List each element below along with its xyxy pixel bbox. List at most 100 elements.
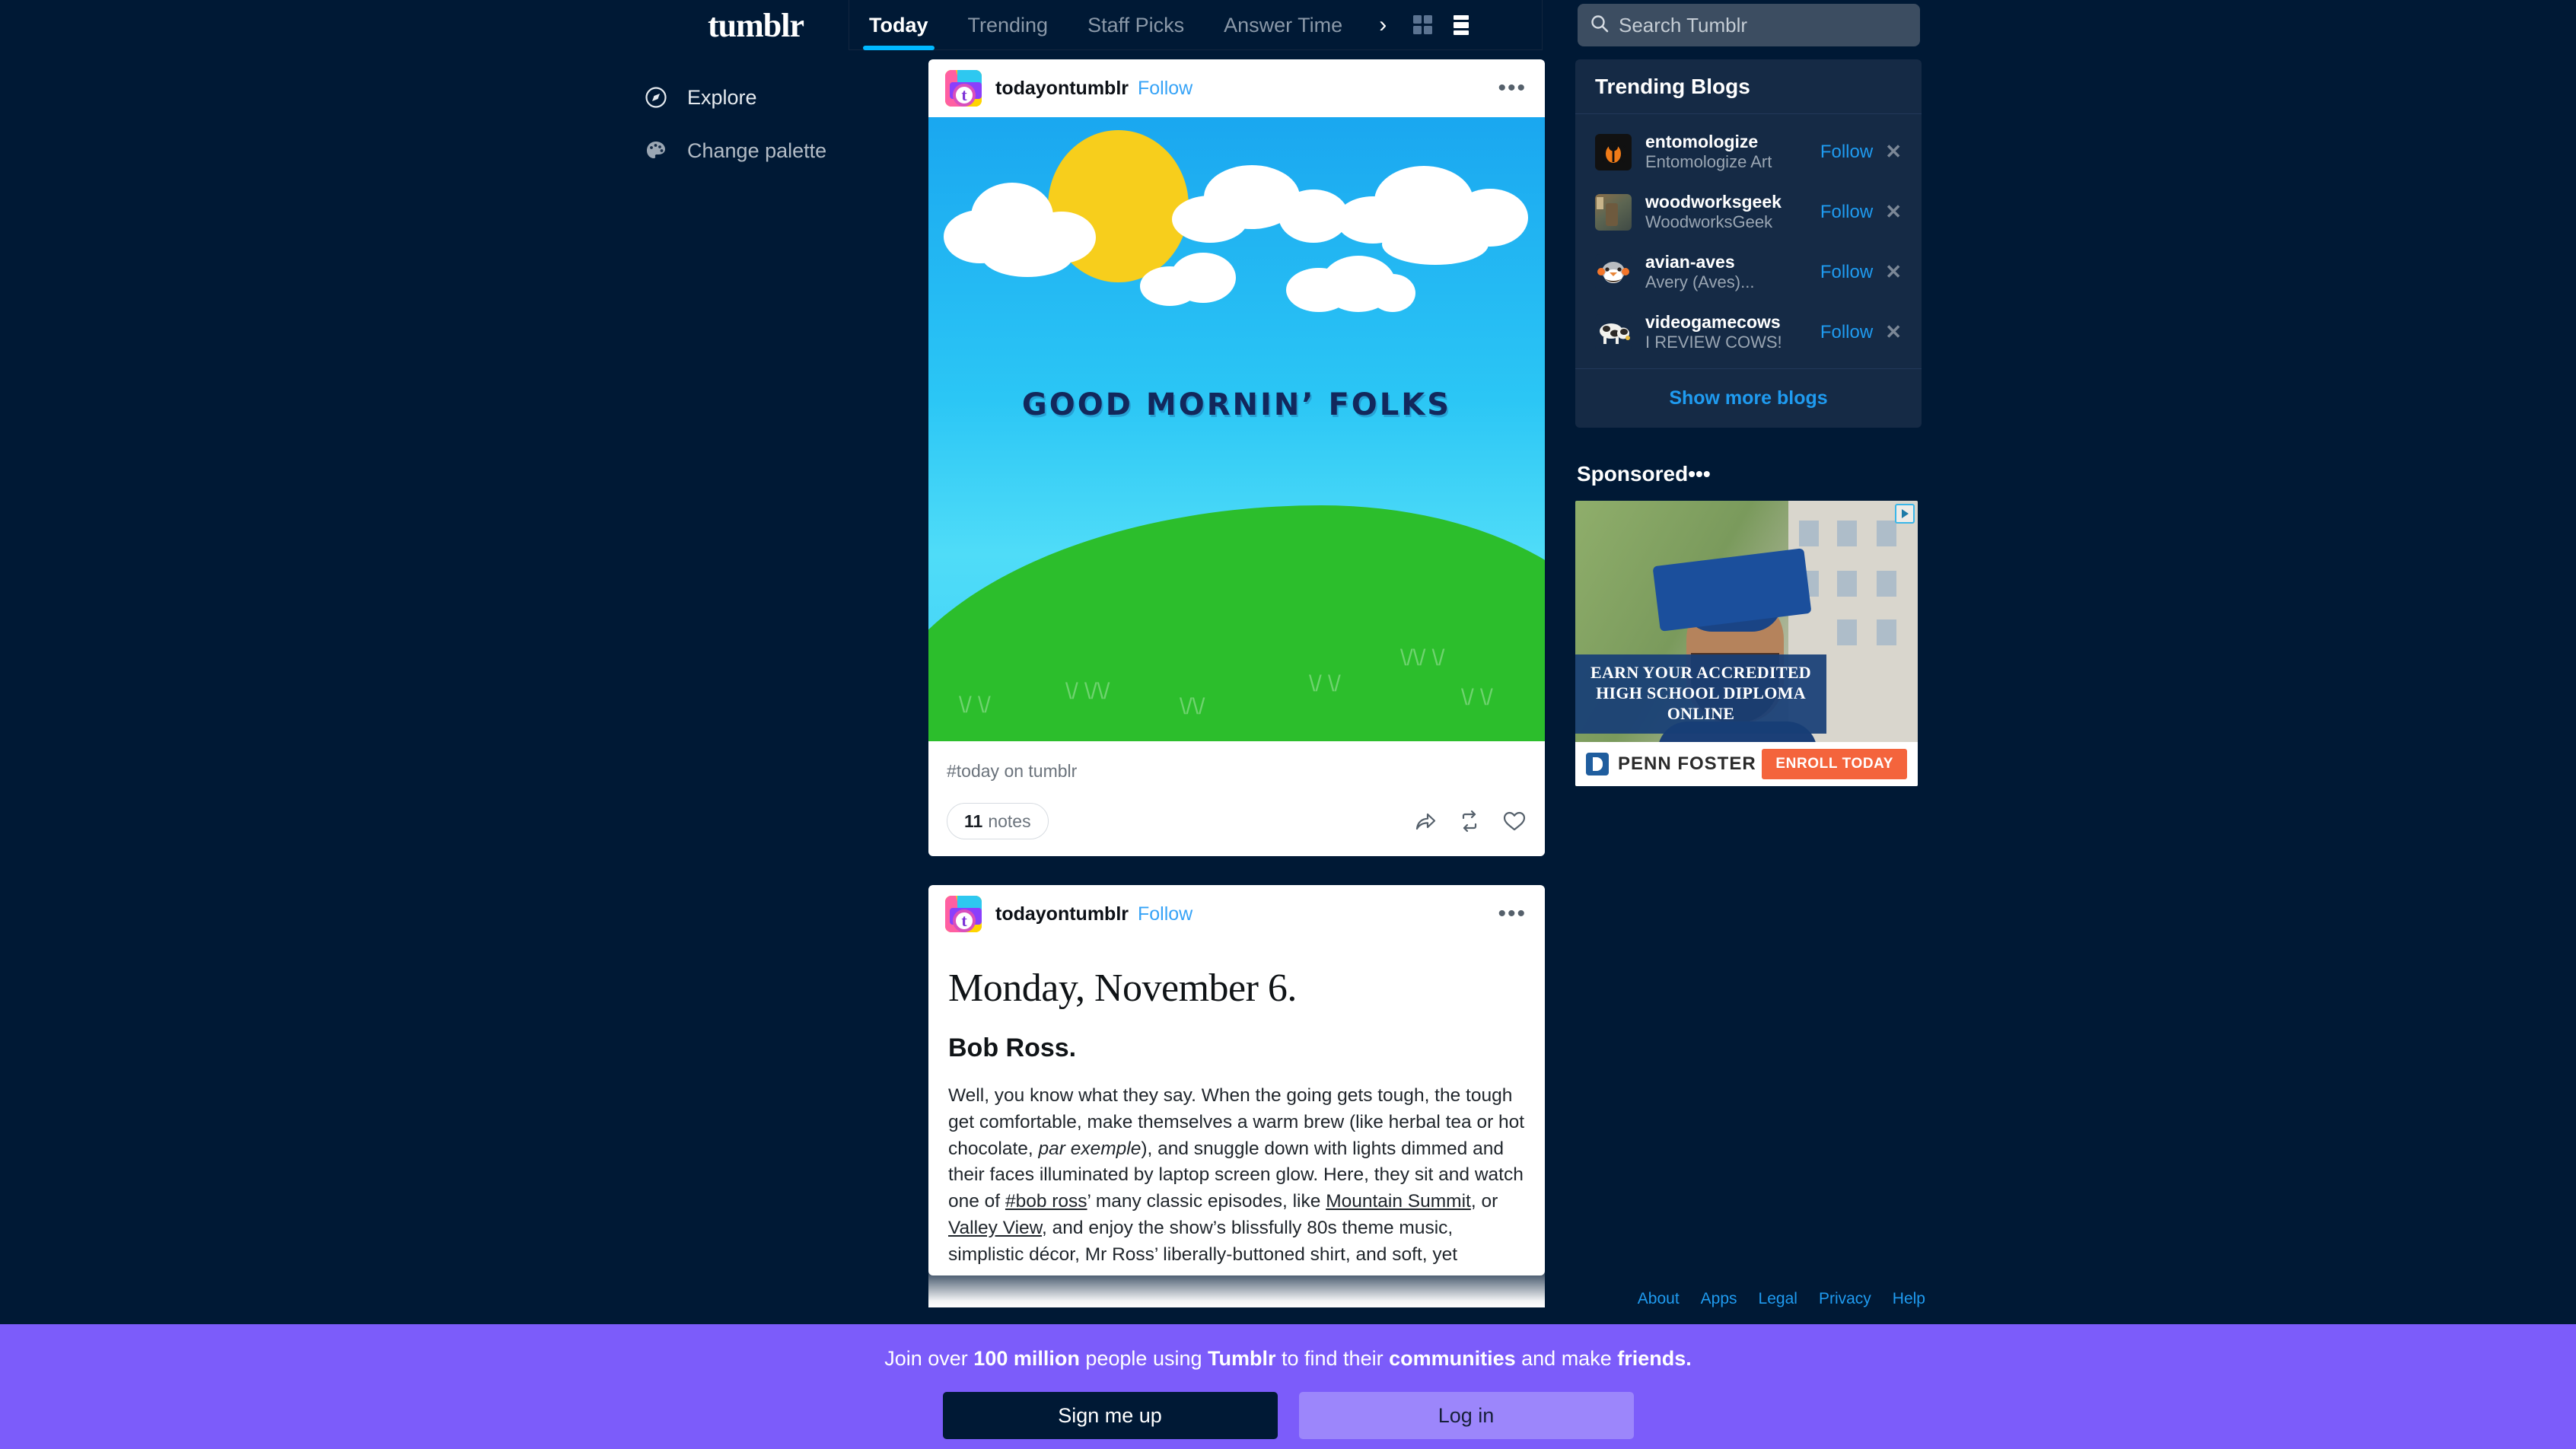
trending-blog-title: I REVIEW COWS!	[1645, 333, 1782, 352]
like-icon[interactable]	[1502, 810, 1527, 833]
banner-text-segment: and make	[1515, 1347, 1618, 1370]
tab-today[interactable]: Today	[849, 0, 948, 50]
reblog-icon[interactable]	[1458, 810, 1481, 833]
notes-button[interactable]: 11 notes	[947, 803, 1049, 839]
tab-staff-picks[interactable]: Staff Picks	[1068, 0, 1204, 50]
beetle-avatar	[1595, 133, 1632, 170]
post-link-bob-ross[interactable]: #bob ross	[1005, 1191, 1087, 1212]
post-icon-actions	[1414, 810, 1527, 833]
dismiss-icon[interactable]: ✕	[1885, 140, 1902, 164]
post-link-mountain-summit[interactable]: Mountain Summit	[1326, 1191, 1471, 1212]
trending-follow-button[interactable]: Follow	[1820, 262, 1873, 283]
post-author-name[interactable]: todayontumblr	[995, 903, 1129, 925]
post-author-name[interactable]: todayontumblr	[995, 78, 1129, 100]
search-icon	[1590, 14, 1610, 37]
log-in-button[interactable]: Log in	[1298, 1392, 1634, 1439]
sidebar-item-change-palette[interactable]: Change palette	[643, 129, 841, 172]
post-card-text: t todayontumblr Follow ••• Monday, Novem…	[928, 885, 1545, 1276]
sidebar-item-explore[interactable]: Explore	[643, 76, 841, 119]
search-input[interactable]	[1619, 13, 1900, 37]
tab-answer-time[interactable]: Answer Time	[1204, 0, 1362, 50]
trending-blog-name[interactable]: videogamecows	[1645, 312, 1781, 332]
post-title: Monday, November 6.	[948, 967, 1297, 1010]
post-feed: t todayontumblr Follow ••• \/ \/ \/ \/\/…	[928, 59, 1545, 1304]
sponsored-overflow-menu-icon[interactable]: •••	[1688, 462, 1710, 486]
trending-blog-row[interactable]: entomologize Entomologize Art Follow ✕	[1575, 122, 1922, 182]
list-view-icon[interactable]	[1443, 0, 1479, 50]
bird-avatar	[1595, 253, 1632, 291]
post-paragraph: Well, you know what they say. When the g…	[948, 1083, 1525, 1268]
workshop-avatar	[1595, 193, 1632, 231]
tumblr-logo[interactable]: tumblr	[708, 6, 804, 45]
post-follow-button[interactable]: Follow	[1138, 78, 1192, 100]
penn-foster-logo-icon	[1586, 753, 1609, 775]
banner-text-segment: to find their	[1275, 1347, 1390, 1370]
grid-view-icon[interactable]	[1403, 0, 1443, 50]
footer-link-about[interactable]: About	[1638, 1290, 1680, 1308]
post-header: t todayontumblr Follow •••	[928, 885, 1545, 943]
trending-blog-row[interactable]: videogamecows I REVIEW COWS! Follow ✕	[1575, 302, 1922, 362]
banner-text-bold: communities	[1389, 1347, 1516, 1370]
adchoices-icon[interactable]	[1895, 504, 1915, 524]
banner-text-segment: people using	[1079, 1347, 1208, 1370]
chevron-right-icon[interactable]: ›	[1362, 0, 1403, 50]
trending-blog-title: Entomologize Art	[1645, 152, 1772, 171]
trending-blog-title: WoodworksGeek	[1645, 212, 1773, 231]
show-more-blogs-button[interactable]: Show more blogs	[1575, 368, 1922, 428]
notes-label: notes	[988, 810, 1031, 831]
post-link-valley-view[interactable]: Valley View	[948, 1218, 1042, 1238]
notes-count: 11	[964, 810, 983, 831]
banner-text-segment: Join over	[884, 1347, 974, 1370]
ad-cta-button[interactable]: ENROLL TODAY	[1762, 749, 1907, 779]
ad-footer: PENN FOSTER ENROLL TODAY	[1575, 742, 1918, 786]
trending-follow-button[interactable]: Follow	[1820, 142, 1873, 163]
ad-headline-line-2: HIGH SCHOOL DIPLOMA ONLINE	[1596, 683, 1806, 723]
search-bar[interactable]	[1578, 4, 1920, 46]
dismiss-icon[interactable]: ✕	[1885, 260, 1902, 284]
sponsored-header: Sponsored •••	[1575, 447, 1922, 501]
trending-blogs-panel: Trending Blogs entomologize Entomologize…	[1575, 59, 1922, 428]
sponsored-ad[interactable]: EARN YOUR ACCREDITED HIGH SCHOOL DIPLOMA…	[1575, 501, 1918, 786]
trending-blog-row[interactable]: avian-aves Avery (Aves)... Follow ✕	[1575, 242, 1922, 302]
sign-me-up-button[interactable]: Sign me up	[942, 1392, 1278, 1439]
post-image[interactable]: \/ \/ \/ \/\/ \/\/ \/ \/ \/\/ \/ \/ \/ G…	[928, 117, 1545, 741]
trending-blogs-title: Trending Blogs	[1575, 59, 1922, 114]
image-caption-text: GOOD MORNIN’ FOLKS	[1021, 387, 1452, 422]
top-navigation-bar: tumblr Today Trending Staff Picks Answer…	[0, 0, 2576, 50]
avatar[interactable]: t	[945, 70, 982, 107]
post-subtitle: Bob Ross.	[948, 1033, 1077, 1062]
footer-link-legal[interactable]: Legal	[1759, 1290, 1797, 1308]
tab-trending[interactable]: Trending	[948, 0, 1068, 50]
banner-text-bold: Tumblr	[1208, 1347, 1276, 1370]
banner-message: Join over 100 million people using Tumbl…	[884, 1347, 1692, 1371]
nav-tab-strip: Today Trending Staff Picks Answer Time ›	[849, 0, 1543, 50]
trending-follow-button[interactable]: Follow	[1820, 202, 1873, 223]
post-tags[interactable]: #today on tumblr	[928, 741, 1545, 786]
trending-follow-button[interactable]: Follow	[1820, 322, 1873, 343]
trending-blog-name[interactable]: entomologize	[1645, 132, 1758, 151]
post-overflow-menu-icon[interactable]: •••	[1498, 901, 1527, 927]
share-icon[interactable]	[1414, 810, 1437, 833]
avatar[interactable]: t	[945, 896, 982, 932]
footer-link-privacy[interactable]: Privacy	[1819, 1290, 1871, 1308]
banner-buttons: Sign me up Log in	[942, 1392, 1634, 1439]
post-text-segment: , or	[1470, 1191, 1498, 1212]
dismiss-icon[interactable]: ✕	[1885, 200, 1902, 224]
post-follow-button[interactable]: Follow	[1138, 903, 1192, 925]
sponsored-title: Sponsored	[1577, 462, 1689, 486]
trending-blog-name[interactable]: avian-aves	[1645, 252, 1735, 272]
right-sidebar: Trending Blogs entomologize Entomologize…	[1575, 59, 1922, 786]
banner-text-bold: friends.	[1617, 1347, 1692, 1370]
post-text-segment: ’ many classic episodes, like	[1087, 1191, 1326, 1212]
left-sidebar: Explore Change palette	[643, 76, 841, 183]
trending-blog-row[interactable]: woodworksgeek WoodworksGeek Follow ✕	[1575, 182, 1922, 242]
trending-blog-title: Avery (Aves)...	[1645, 272, 1755, 291]
cow-avatar	[1595, 314, 1632, 351]
footer-link-help[interactable]: Help	[1893, 1290, 1925, 1308]
post-action-bar: 11 notes	[928, 786, 1545, 856]
dismiss-icon[interactable]: ✕	[1885, 320, 1902, 344]
signup-banner: Join over 100 million people using Tumbl…	[0, 1324, 2576, 1449]
trending-blog-name[interactable]: woodworksgeek	[1645, 192, 1782, 212]
post-overflow-menu-icon[interactable]: •••	[1498, 75, 1527, 101]
footer-link-apps[interactable]: Apps	[1701, 1290, 1737, 1308]
